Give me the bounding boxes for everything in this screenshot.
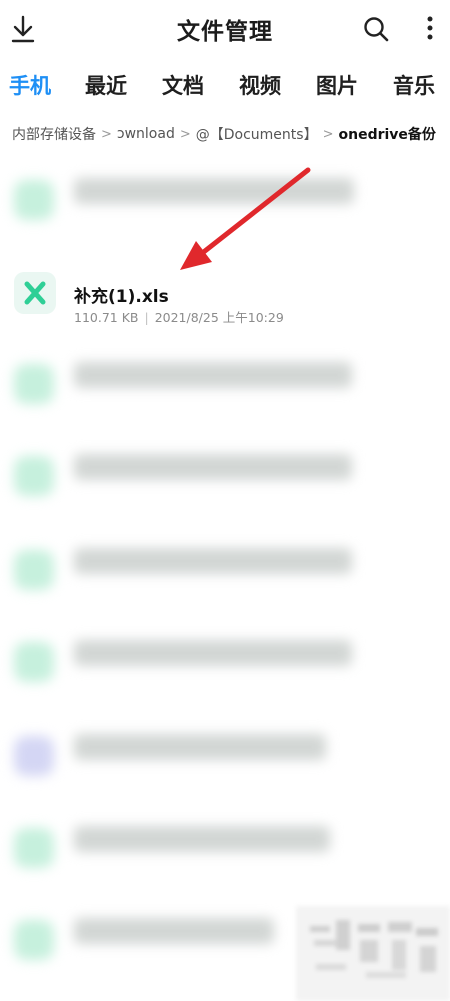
breadcrumb-separator: > bbox=[322, 126, 334, 142]
app-header: 文件管理 bbox=[0, 0, 450, 60]
file-name[interactable]: 补充(1).xls bbox=[74, 282, 169, 307]
file-row-highlighted[interactable] bbox=[0, 254, 450, 344]
tab-documents[interactable]: 文档 bbox=[162, 70, 204, 100]
excel-x-icon bbox=[14, 272, 56, 314]
file-size: 110.71 KB bbox=[74, 310, 139, 325]
file-meta: 110.71 KB | 2021/8/25 上午10:29 bbox=[74, 307, 284, 326]
breadcrumb-item-documents[interactable]: @【Documents】 bbox=[196, 124, 318, 144]
breadcrumb-item-download[interactable]: ɔwnload bbox=[117, 126, 175, 142]
file-row-blurred[interactable] bbox=[0, 436, 450, 526]
file-row-blurred[interactable] bbox=[0, 160, 450, 250]
breadcrumb-separator: > bbox=[101, 126, 112, 142]
category-tabs: 手机 最近 文档 视频 图片 音乐 bbox=[0, 64, 450, 106]
meta-separator: | bbox=[144, 310, 149, 325]
breadcrumb-item-onedrive-backup[interactable]: onedrive备份 bbox=[338, 124, 435, 144]
watermark-logo bbox=[296, 906, 450, 1001]
file-row-blurred[interactable] bbox=[0, 622, 450, 712]
file-row-blurred[interactable] bbox=[0, 530, 450, 620]
tab-phone[interactable]: 手机 bbox=[9, 70, 51, 100]
tab-videos[interactable]: 视频 bbox=[239, 70, 281, 100]
breadcrumb-item-internal-storage[interactable]: 内部存储设备 bbox=[12, 124, 96, 144]
file-row-blurred[interactable] bbox=[0, 808, 450, 898]
tab-pictures[interactable]: 图片 bbox=[316, 70, 358, 100]
file-row-blurred[interactable] bbox=[0, 344, 450, 434]
file-date: 2021/8/25 上午10:29 bbox=[154, 310, 284, 325]
breadcrumb: 内部存储设备 > ɔwnload > @【Documents】 > onedrive备份 bbox=[12, 124, 450, 148]
more-vertical-icon[interactable] bbox=[422, 14, 438, 44]
tab-recent[interactable]: 最近 bbox=[85, 70, 127, 100]
file-row-blurred[interactable] bbox=[0, 716, 450, 806]
tab-music[interactable]: 音乐 bbox=[393, 70, 435, 100]
breadcrumb-separator: > bbox=[179, 126, 191, 142]
search-icon[interactable] bbox=[362, 15, 390, 43]
